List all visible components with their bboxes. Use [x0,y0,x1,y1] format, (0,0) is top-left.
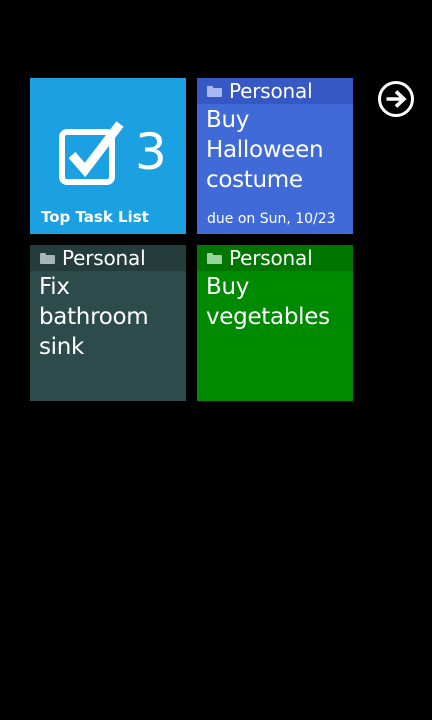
task-title-line: costume [206,167,303,193]
task-title-line: sink [39,334,85,360]
task-count: 3 [135,123,167,181]
task-title-line: Fix [39,274,70,300]
task-category-header: Personal [197,245,353,271]
task-title-line: bathroom [39,304,149,330]
task-due-date: due on Sun, 10/23 [207,211,336,227]
task-title: Fix bathroom sink [39,272,181,362]
task-category-header: Personal [197,78,353,104]
folder-icon [207,253,222,264]
task-tile[interactable]: Personal Buy vegetables [197,245,353,401]
task-category: Personal [229,79,313,103]
task-title-line: Buy [206,107,250,133]
task-category-header: Personal [30,245,186,271]
folder-icon [207,86,222,97]
folder-icon [40,253,55,264]
top-task-list-label: Top Task List [41,208,149,226]
task-title-line: vegetables [206,304,330,330]
top-task-list-tile[interactable]: 3 Top Task List [30,78,186,234]
task-title-line: Halloween [206,137,324,163]
task-category: Personal [229,246,313,270]
task-title: Buy Halloween costume [206,105,348,195]
task-category: Personal [62,246,146,270]
task-tile[interactable]: Personal Buy Halloween costume due on Su… [197,78,353,234]
checkbox-checked-icon [59,121,124,185]
task-title: Buy vegetables [206,272,348,332]
task-tile[interactable]: Personal Fix bathroom sink [30,245,186,401]
task-tiles-screen: 3 Top Task List Personal Buy Halloween c… [0,0,432,720]
task-title-line: Buy [206,274,250,300]
arrow-right-circle-icon[interactable] [377,80,415,118]
